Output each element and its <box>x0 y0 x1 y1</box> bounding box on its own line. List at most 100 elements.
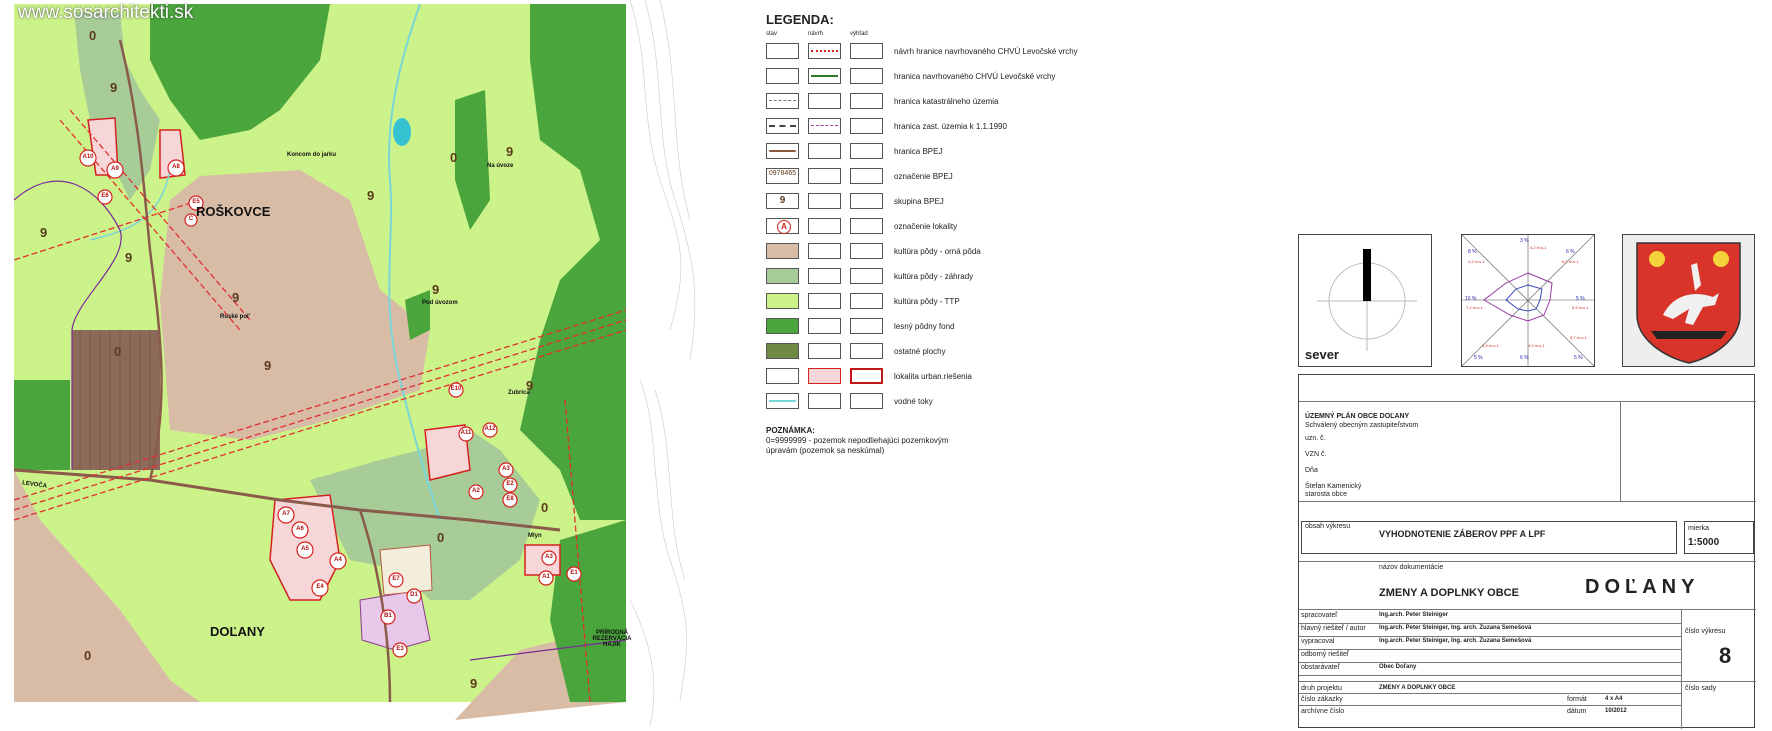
note-title: POZNÁMKA: <box>766 426 815 435</box>
watermark: www.sosarchitekti.sk <box>18 2 194 23</box>
legend-label: kultúra pôdy - záhrady <box>894 272 974 281</box>
legend-label: skupina BPEJ <box>894 197 944 206</box>
legend-swatch <box>766 393 799 409</box>
group-number: 0 <box>437 530 445 545</box>
wind-value: 5 % <box>1576 296 1585 302</box>
legend-swatch <box>766 143 799 159</box>
project-type: ZMENY A DOPLNKY OBCE <box>1379 685 1456 691</box>
legend-swatch <box>766 368 799 384</box>
legend-row: lesný pôdny fond <box>766 316 1096 341</box>
locality-label: E5 <box>192 199 200 205</box>
dna-text: Dňa <box>1305 467 1318 474</box>
label-pod-cvozom: Pod úvozom <box>422 300 458 306</box>
group-number: 9 <box>232 290 240 305</box>
legend-swatch <box>850 193 883 209</box>
mayor-role: starosta obce <box>1305 491 1348 498</box>
legend-label: hranica navrhovaného CHVÚ Levočské vrchy <box>894 72 1056 81</box>
legend-swatch <box>850 318 883 334</box>
label-roskovce: ROŠKOVCE <box>196 204 271 219</box>
note: POZNÁMKA: 0=9999999 - pozemok nepodlieha… <box>766 426 966 456</box>
coat-of-arms-icon <box>1636 242 1741 364</box>
group-number: 0 <box>84 648 92 663</box>
legend-swatch <box>850 368 883 384</box>
legend-title: LEGENDA: <box>766 12 834 27</box>
group-number: 9 <box>470 676 478 691</box>
legend-swatch <box>850 68 883 84</box>
contents-label: obsah výkresu <box>1305 523 1351 530</box>
legend-swatch <box>808 393 841 409</box>
group-number: 9 <box>367 188 375 203</box>
wind-value: 6 % <box>1520 355 1529 361</box>
locality-label: A5 <box>301 546 309 552</box>
locality-label: A10 <box>82 154 94 160</box>
note-text-1: 0=9999999 - pozemok nepodliehajúci pozem… <box>766 436 949 445</box>
locality-label: A11 <box>460 430 472 436</box>
legend-label: návrh hranice navrhovaného CHVÚ Levočské… <box>894 47 1078 56</box>
locality-label: A12 <box>484 426 496 432</box>
legend-swatch: A <box>766 218 799 234</box>
legend-row: kultúra pôdy - TTP <box>766 291 1096 316</box>
legend-swatch <box>850 268 883 284</box>
legend-label: hranica katastrálneho územia <box>894 97 999 106</box>
locality-label: A8 <box>172 164 180 170</box>
legend-label: ostatné plochy <box>894 347 946 356</box>
label-mlyn: Mlyn <box>528 533 542 539</box>
title-row-label: vypracoval <box>1301 638 1335 645</box>
legend-label: lokalita urban.riešenia <box>894 372 972 381</box>
title-block: ÚZEMNÝ PLÁN OBCE DOĽANY Schválený obecný… <box>1298 374 1756 729</box>
project-name: ÚZEMNÝ PLÁN OBCE DOĽANY <box>1305 413 1410 420</box>
col-stav: stav <box>766 31 778 37</box>
locality-label: B1 <box>384 613 392 619</box>
legend-row: kultúra pôdy - záhrady <box>766 266 1096 291</box>
label-na-cvoze: Na úvoze <box>487 163 514 169</box>
legend-label: kultúra pôdy - orná pôda <box>894 247 981 256</box>
locality-label: E2 <box>506 481 514 487</box>
title-row-label: spracovateľ <box>1301 612 1338 619</box>
legend-row: 0978465 označenie BPEJ <box>766 166 1096 191</box>
legend-swatch <box>850 168 883 184</box>
group-number: 0 <box>541 500 549 515</box>
wind-speed: 6,2 m.s-1 <box>1562 259 1579 264</box>
wind-speed: 7,2 m.s-1 <box>1466 305 1483 310</box>
north-arrow <box>1363 249 1371 301</box>
legend-swatch <box>850 218 883 234</box>
locality-label: A9 <box>111 166 119 172</box>
legend-row: hranica katastrálneho územia <box>766 91 1096 116</box>
date-value: 10/2012 <box>1605 708 1627 714</box>
uzn-text: uzn. č. <box>1305 435 1326 442</box>
legend-row: hranica zast. územia k 1.1.1990 <box>766 116 1096 141</box>
legend-label: hranica BPEJ <box>894 147 943 156</box>
legend-swatch <box>808 293 841 309</box>
title-row-value: Ing.arch. Peter Steiniger <box>1379 612 1449 618</box>
legend-label: označenie BPEJ <box>894 172 953 181</box>
legend-swatch <box>808 118 841 134</box>
legend-label: lesný pôdny fond <box>894 322 955 331</box>
locality-label: C <box>188 216 194 222</box>
locality-label: A7 <box>282 511 290 517</box>
label-koncom: Koncom do jarku <box>287 152 337 158</box>
legend-swatch <box>850 393 883 409</box>
title-row-value: Ing.arch. Peter Steiniger, Ing. arch. Zu… <box>1379 625 1532 631</box>
order-number-label: číslo zákazky <box>1301 696 1343 703</box>
doc-name-label: názov dokumentácie <box>1379 564 1444 571</box>
locality-label: A3 <box>545 554 553 560</box>
approved-text: Schválený obecným zastupiteľstvom <box>1305 422 1419 429</box>
legend-swatch <box>850 43 883 59</box>
locality-label: A6 <box>296 526 304 532</box>
label-reserve: PRÍRODNÁ REZERVÁCIA HÁJIK <box>592 630 632 648</box>
scale-label: mierka <box>1688 525 1710 532</box>
wind-speed: 6,9 m.s-1 <box>1482 343 1499 348</box>
group-number: 0 <box>114 344 122 359</box>
legend-swatch <box>808 168 841 184</box>
legend-row: vodné toky <box>766 391 1096 416</box>
legend-swatch <box>766 243 799 259</box>
windrose-box: 3 % 6 % 8 % 5 % 10 % 5 % 6 % 5 % 4,2 m.s… <box>1461 234 1595 367</box>
locality-label: E10 <box>450 386 462 392</box>
set-number-label: číslo sady <box>1685 685 1717 692</box>
doc-name: ZMENY A DOPLNKY OBCE <box>1379 587 1519 599</box>
locality-label: E6 <box>101 193 109 199</box>
map-svg <box>0 0 700 727</box>
legend-label: vodné toky <box>894 397 933 406</box>
legend-swatch <box>766 343 799 359</box>
locality-label: E3 <box>396 646 404 652</box>
